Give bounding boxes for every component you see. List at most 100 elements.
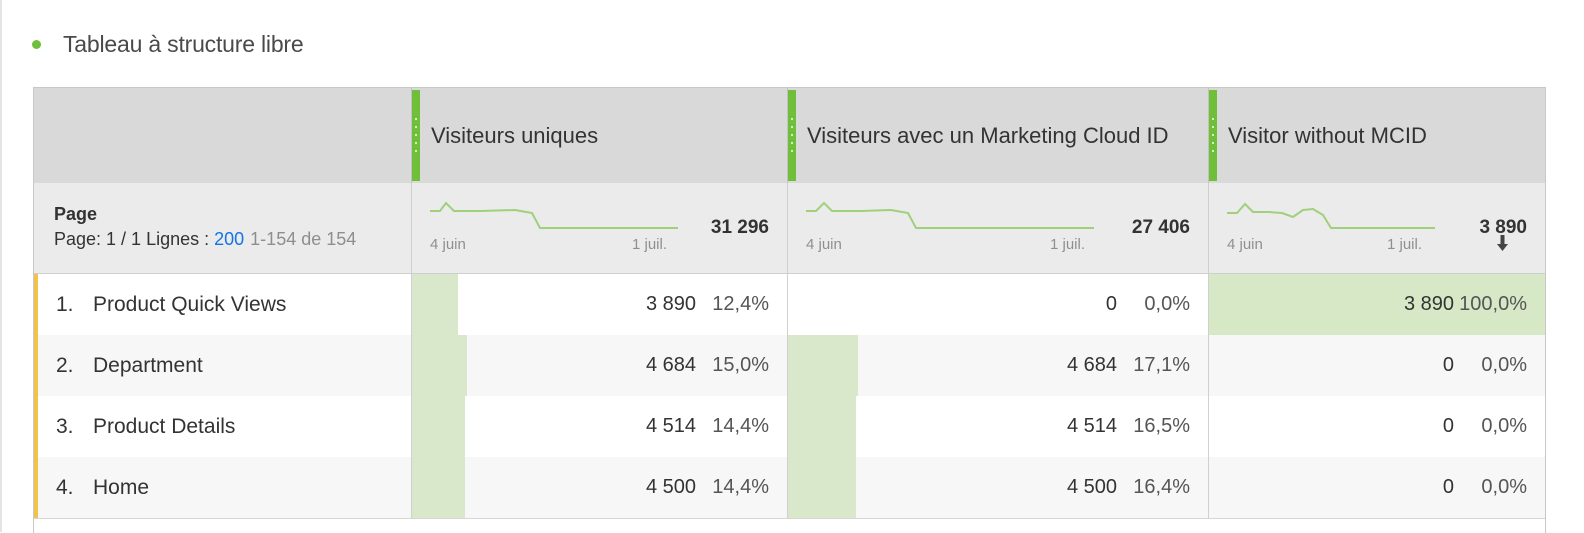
cell-bar [788,457,856,518]
row-number: 4. [56,475,74,499]
row-name: Home [93,475,150,499]
cell-bar [412,396,465,457]
cell-percent: 16,4% [1133,476,1190,498]
panel-title[interactable]: Tableau à structure libre [32,28,304,60]
row-name: Product Quick Views [93,292,287,316]
column-total: 27 406 [1132,217,1190,239]
row-name: Department [93,353,203,377]
cell-value: 0 [1442,354,1454,376]
row-accent-marker [34,335,38,396]
column-header-unique-visitors[interactable]: Visiteurs uniques [411,88,787,183]
pagination-prefix: Page: 1 / 1 Lignes : [54,229,215,249]
column-header-label: Visitor without MCID [1228,122,1427,148]
cell-percent: 0,0% [1144,293,1190,315]
table-cell[interactable]: 0 0,0% [787,274,1208,335]
cell-percent: 17,1% [1133,354,1190,376]
trend-sparkline [806,201,1094,229]
trend-sparkline [1227,202,1435,229]
column-total: 3 890 [1479,217,1527,251]
table-cell[interactable]: 3 890 100,0% [1208,274,1545,335]
sparkline-date-start: 4 juin [806,236,842,253]
cell-percent: 0,0% [1481,476,1527,498]
summary-cell-visitor-without-mcid: 4 juin 1 juil. 3 890 [1208,183,1545,273]
row-label[interactable]: 4. Home [56,457,149,518]
cell-percent: 16,5% [1133,415,1190,437]
status-dot-icon [32,39,41,49]
table-cell[interactable]: 0 0,0% [1208,335,1545,396]
rows-range: 1-154 de 154 [250,229,357,249]
row-number: 3. [56,414,74,438]
row-accent-marker [34,274,38,335]
dimension-header[interactable]: Page Page: 1 / 1 Lignes : 200 1-154 de 15… [34,183,412,273]
cell-value: 4 500 [645,476,696,498]
cell-value: 0 [1105,293,1117,315]
table-cell[interactable]: 4 500 16,4% [787,457,1208,518]
cell-value: 3 890 [645,293,696,315]
freeform-table: Visiteurs uniques Visiteurs avec un Mark… [33,87,1546,533]
row-label[interactable]: 2. Department [56,335,203,396]
cell-bar [412,457,465,518]
cell-value: 4 500 [1066,476,1117,498]
dimension-title: Page [54,204,98,224]
cell-bar [412,335,468,396]
cell-bar [788,396,856,457]
cell-percent: 0,0% [1481,354,1527,376]
column-total: 31 296 [711,217,769,239]
table-cell[interactable]: 4 514 14,4% [411,396,787,457]
table-row[interactable]: 4. Home 4 500 14,4% 4 500 16,4% 0 0,0% [34,457,1545,519]
row-accent-marker [34,396,38,457]
cell-percent: 0,0% [1481,415,1527,437]
cell-value: 4 514 [1066,415,1117,437]
cell-bar [788,335,859,396]
trend-sparkline [430,201,678,229]
table-cell[interactable]: 4 500 14,4% [411,457,787,518]
summary-cell-mcid-visitors: 4 juin 1 juil. 27 406 [787,183,1208,273]
cell-percent: 15,0% [712,354,769,376]
column-header-mcid-visitors[interactable]: Visiteurs avec un Marketing Cloud ID [787,88,1208,183]
column-drag-handle-icon[interactable] [788,90,796,181]
arrow-down-icon [1497,235,1509,251]
cell-value: 0 [1442,415,1454,437]
column-drag-handle-icon[interactable] [1209,90,1217,181]
cell-value: 4 514 [645,415,696,437]
table-cell[interactable]: 0 0,0% [1208,396,1545,457]
row-label[interactable]: 3. Product Details [56,396,235,457]
sparkline-date-end: 1 juil. [1050,236,1086,253]
table-row[interactable]: 3. Product Details 4 514 14,4% 4 514 16,5% … [34,396,1545,458]
table-row[interactable]: 1. Product Quick Views 3 890 12,4% 0 0,0% 3… [34,274,1545,336]
row-label[interactable]: 1. Product Quick Views [56,274,286,335]
cell-percent: 14,4% [712,415,769,437]
cell-value: 4 684 [645,354,696,376]
sparkline-date-start: 4 juin [1227,236,1263,253]
cell-percent: 100,0% [1459,293,1527,315]
panel-left-border [0,0,2,532]
rows-per-page-link[interactable]: 200 [214,229,244,249]
cell-percent: 12,4% [712,293,769,315]
sparkline-date-start: 4 juin [430,236,466,253]
row-number: 1. [56,292,74,316]
table-cell[interactable]: 4 514 16,5% [787,396,1208,457]
cell-value: 3 890 [1403,293,1454,315]
column-drag-handle-icon[interactable] [412,90,420,181]
table-summary-row: Page Page: 1 / 1 Lignes : 200 1-154 de 15… [34,183,1545,274]
sparkline-date-end: 1 juil. [1387,236,1423,253]
cell-percent: 14,4% [712,476,769,498]
table-cell[interactable]: 3 890 12,4% [411,274,787,335]
column-header-label: Visiteurs uniques [431,122,599,148]
row-accent-marker [34,457,38,518]
row-name: Product Details [93,414,236,438]
table-cell[interactable]: 4 684 15,0% [411,335,787,396]
cell-value: 4 684 [1066,354,1117,376]
pagination-info: Page: 1 / 1 Lignes : 200 1-154 de 154 [54,229,356,250]
column-total-value: 31 296 [710,217,769,238]
cell-bar [412,274,458,335]
cell-value: 0 [1442,476,1454,498]
table-cell[interactable]: 0 0,0% [1208,457,1545,518]
panel-title-text: Tableau à structure libre [63,30,304,57]
sparkline-date-end: 1 juil. [632,236,668,253]
summary-cell-unique-visitors: 4 juin 1 juil. 31 296 [411,183,787,273]
table-cell[interactable]: 4 684 17,1% [787,335,1208,396]
row-number: 2. [56,353,74,377]
column-header-visitor-without-mcid[interactable]: Visitor without MCID [1208,88,1545,183]
table-row[interactable]: 2. Department 4 684 15,0% 4 684 17,1% 0 0,0% [34,335,1545,397]
